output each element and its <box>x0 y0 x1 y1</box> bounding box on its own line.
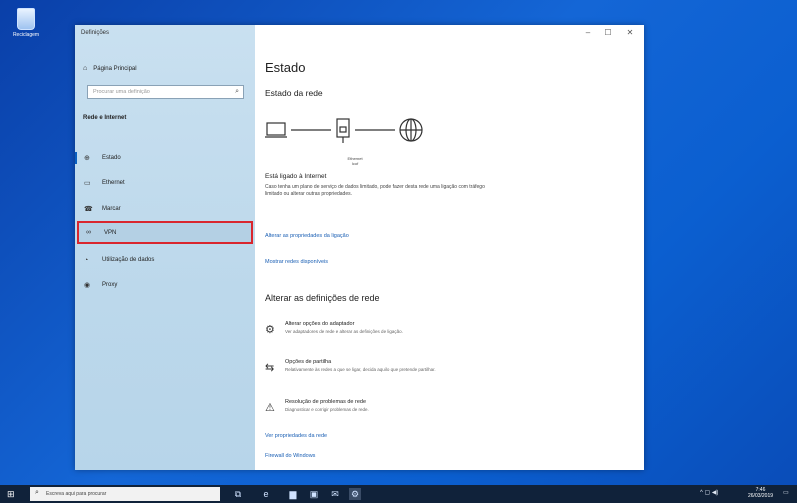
view-network-properties-link[interactable]: Ver propriedades da rede <box>265 433 327 439</box>
settings-icon[interactable]: ⚙ <box>349 488 361 500</box>
mail-icon[interactable]: ✉ <box>329 488 341 500</box>
ethernet-icon: ▭ <box>84 180 91 187</box>
system-tray[interactable]: ^ ▢ ◀) <box>700 489 718 496</box>
edge-icon[interactable]: e <box>260 488 272 500</box>
taskbar-clock[interactable]: 7:46 26/03/2019 <box>748 487 773 499</box>
sidebar-item-vpn[interactable]: ∞ VPN <box>77 221 253 244</box>
windows-firewall-link[interactable]: Firewall do Windows <box>265 453 315 459</box>
section-title: Rede e Internet <box>83 115 127 121</box>
sidebar-home[interactable]: ⌂ Página Principal <box>83 65 137 72</box>
window-title: Definições <box>81 30 110 36</box>
home-label: Página Principal <box>93 65 137 72</box>
sidebar-item-ethernet[interactable]: ▭ Ethernet <box>75 173 255 193</box>
laptop-icon <box>265 122 287 138</box>
taskbar: ⊞ ⌕ Escreva aqui para procurar ⧉ e ▆ ▣ ✉… <box>0 485 797 503</box>
recycle-bin-icon <box>17 8 35 30</box>
network-status-heading: Estado da rede <box>265 88 323 98</box>
show-available-networks-link[interactable]: Mostrar redes disponíveis <box>265 259 328 265</box>
desktop-icon-label: Reciclagem <box>12 32 40 38</box>
settings-window: ⌂ Página Principal Procurar uma definiçã… <box>75 25 644 470</box>
task-view-icon[interactable]: ⧉ <box>232 488 244 500</box>
option-description: Diagnosticar e corrigir problemas de red… <box>285 407 369 412</box>
data-usage-icon: ◔ <box>84 256 89 264</box>
change-network-settings-heading: Alterar as definições de rede <box>265 293 380 303</box>
sidebar-item-data-usage[interactable]: ◔ Utilização de dados <box>75 250 255 270</box>
adapter-icon: ⚙ <box>265 324 275 336</box>
globe-icon <box>399 118 423 142</box>
taskbar-search-input[interactable]: ⌕ Escreva aqui para procurar <box>30 487 220 501</box>
proxy-icon: ◉ <box>84 282 91 289</box>
vpn-icon: ∞ <box>86 229 91 236</box>
search-icon: ⌕ <box>35 489 39 496</box>
windows-start-icon[interactable]: ⊞ <box>7 489 15 500</box>
sidebar-item-label: Proxy <box>102 282 118 288</box>
sidebar-item-label: Marcar <box>102 206 121 212</box>
connection-status: Está ligado à Internet <box>265 173 327 180</box>
search-icon: ⌕ <box>235 88 239 95</box>
network-troubleshooter[interactable]: ⚠ Resolução de problemas de rede Diagnos… <box>265 399 565 429</box>
sidebar-item-label: VPN <box>104 229 117 236</box>
clock-date: 26/03/2019 <box>748 493 774 499</box>
file-explorer-icon[interactable]: ▆ <box>287 488 299 500</box>
warning-icon: ⚠ <box>265 402 275 414</box>
option-title: Alterar opções do adaptador <box>285 321 355 327</box>
change-connection-properties-link[interactable]: Alterar as propriedades da ligação <box>265 233 349 239</box>
sidebar: ⌂ Página Principal Procurar uma definiçã… <box>75 25 255 470</box>
status-icon: ⊕ <box>84 155 90 162</box>
page-title: Estado <box>265 60 306 75</box>
sidebar-item-label: Utilização de dados <box>102 257 155 263</box>
diagram-device-label: Ethernet Icof <box>347 156 363 166</box>
network-diagram: Ethernet Icof <box>265 115 465 169</box>
sharing-icon: ⇆ <box>265 362 275 374</box>
settings-search-input[interactable]: Procurar uma definição ⌕ <box>87 85 244 99</box>
sidebar-item-marcar[interactable]: ☎ Marcar <box>75 199 255 219</box>
option-title: Opções de partilha <box>285 359 332 365</box>
option-description: Relativamente às redes a que se ligar, d… <box>285 367 436 372</box>
ethernet-adapter-icon <box>336 118 350 143</box>
main-content: Estado Estado da rede Ethernet Icof Está… <box>255 25 644 470</box>
sidebar-item-label: Estado <box>102 155 121 161</box>
sidebar-item-label: Ethernet <box>102 180 125 186</box>
sharing-options[interactable]: ⇆ Opções de partilha Relativamente às re… <box>265 359 565 389</box>
sidebar-item-proxy[interactable]: ◉ Proxy <box>75 275 255 295</box>
change-adapter-options[interactable]: ⚙ Alterar opções do adaptador Ver adapta… <box>265 321 565 351</box>
connection-description: Caso tenha um plano de serviço de dados … <box>265 184 485 197</box>
sidebar-item-estado[interactable]: ⊕ Estado <box>75 148 255 168</box>
desktop-recycle-bin[interactable]: Reciclagem <box>6 8 46 38</box>
home-icon: ⌂ <box>83 65 88 72</box>
store-icon[interactable]: ▣ <box>308 488 320 500</box>
notifications-icon[interactable]: ▭ <box>783 489 789 496</box>
option-title: Resolução de problemas de rede <box>285 399 367 405</box>
option-description: Ver adaptadores de rede e alterar as def… <box>285 329 403 334</box>
dial-up-icon: ☎ <box>84 206 93 213</box>
taskbar-search-placeholder: Escreva aqui para procurar <box>46 491 107 497</box>
network-diagram-graphic <box>265 118 423 143</box>
search-placeholder: Procurar uma definição <box>93 89 150 95</box>
